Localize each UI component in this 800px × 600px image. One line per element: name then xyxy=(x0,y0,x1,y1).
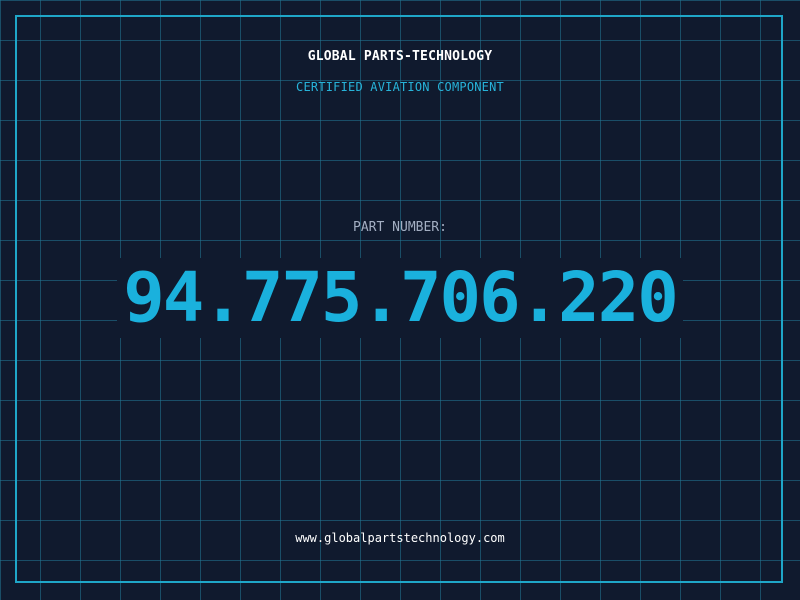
part-number-label: PART NUMBER: xyxy=(353,220,447,235)
website-url: www.globalpartstechnology.com xyxy=(295,531,505,545)
label-canvas: GLOBAL PARTS-TECHNOLOGY CERTIFIED AVIATI… xyxy=(0,0,800,600)
part-number-container: 94.775.706.220 xyxy=(0,258,800,338)
part-number-value: 94.775.706.220 xyxy=(117,258,683,338)
certification-subtitle: CERTIFIED AVIATION COMPONENT xyxy=(296,80,504,94)
company-name: GLOBAL PARTS-TECHNOLOGY xyxy=(307,49,493,64)
